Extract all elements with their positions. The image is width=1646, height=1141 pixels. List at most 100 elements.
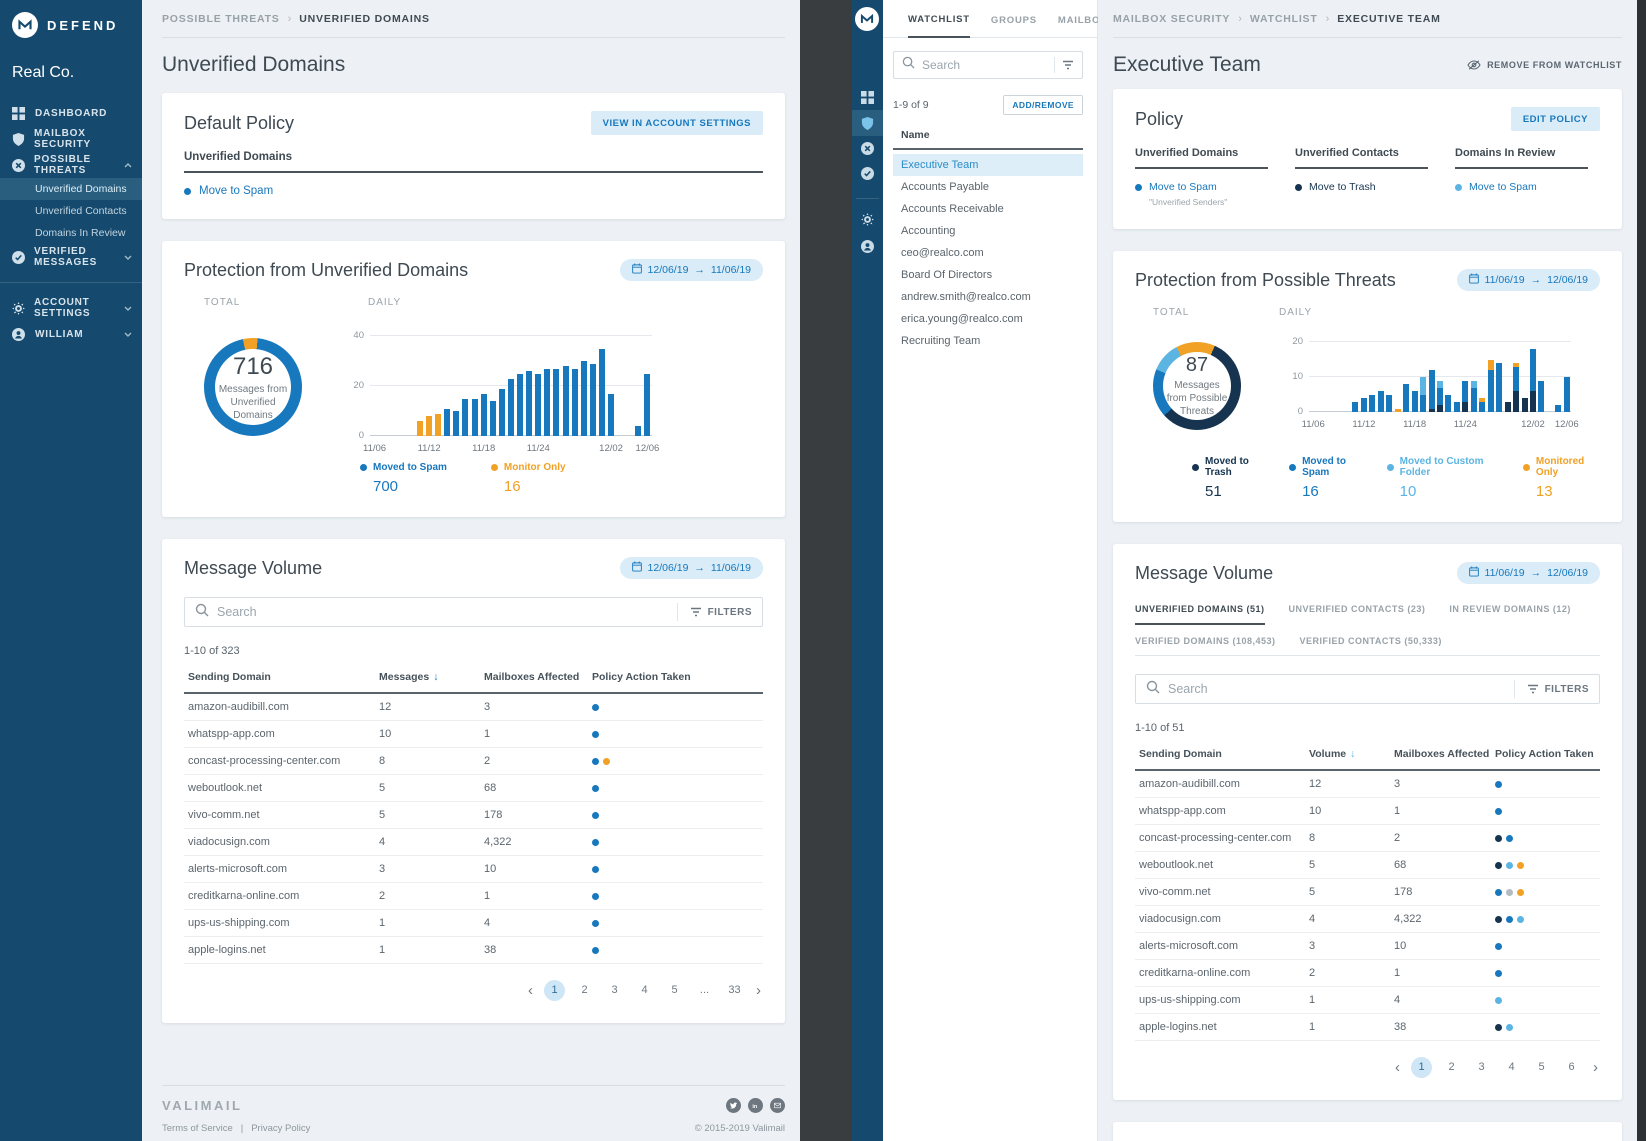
table-row[interactable]: whatspp-app.com101 [184,721,763,748]
prev-page-button[interactable]: ‹ [526,982,535,999]
breadcrumb-item[interactable]: WATCHLIST [1250,13,1318,25]
defend-logo-icon[interactable] [855,7,879,31]
table-row[interactable]: apple-logins.net138 [1135,1014,1600,1041]
table-row[interactable]: concast-processing-center.com82 [184,748,763,775]
page-button[interactable]: 1 [544,980,565,1001]
rail-x-circle-icon[interactable] [852,136,883,160]
column-header-sorted[interactable]: Volume↓ [1309,748,1394,760]
rail-gear-icon[interactable] [852,207,883,231]
column-header[interactable]: Mailboxes Affected [1394,748,1495,760]
table-row[interactable]: weboutlook.net568 [1135,852,1600,879]
sidebar-item-unverified-domains[interactable]: Unverified Domains [0,178,142,200]
column-header[interactable]: Sending Domain [1139,748,1309,760]
table-row[interactable]: viadocusign.com44,322 [1135,906,1600,933]
tab-unverified-contacts[interactable]: UNVERIFIED CONTACTS (23) [1289,604,1426,624]
rail-person-icon[interactable] [852,234,883,258]
page-button[interactable]: 2 [1441,1057,1462,1078]
column-header[interactable]: Mailboxes Affected [484,671,592,683]
page-button[interactable]: 1 [1411,1057,1432,1078]
date-range-badge[interactable]: 11/06/19 → 12/06/19 [1457,562,1600,584]
column-header[interactable]: Policy Action Taken [1495,748,1600,760]
search-input[interactable] [1168,682,1506,696]
page-button[interactable]: 2 [574,980,595,1001]
search-input[interactable] [217,605,669,619]
table-row[interactable]: weboutlook.net568 [184,775,763,802]
list-item[interactable]: Accounts Payable [893,176,1083,198]
view-in-account-settings-button[interactable]: VIEW IN ACCOUNT SETTINGS [591,111,763,135]
filter-icon[interactable] [1062,60,1074,70]
page-button[interactable]: 5 [1531,1057,1552,1078]
sidebar-item-mailbox-security[interactable]: MAILBOX SECURITY [0,126,142,152]
sidebar-item-unverified-contacts[interactable]: Unverified Contacts [0,200,142,222]
list-item[interactable]: Board Of Directors [893,264,1083,286]
privacy-link[interactable]: Privacy Policy [251,1123,310,1134]
brand[interactable]: DEFEND [0,0,142,38]
twitter-icon[interactable] [726,1098,741,1113]
table-row[interactable]: creditkarna-online.com21 [1135,960,1600,987]
column-header[interactable]: Sending Domain [188,671,379,683]
table-row[interactable]: apple-logins.net138 [184,937,763,964]
table-row[interactable]: whatspp-app.com101 [1135,798,1600,825]
sidebar-item-possible-threats[interactable]: POSSIBLE THREATS [0,152,142,178]
page-button[interactable]: 33 [724,980,745,1001]
list-item[interactable]: erica.young@realco.com [893,308,1083,330]
table-row[interactable]: ups-us-shipping.com14 [1135,987,1600,1014]
table-row[interactable]: creditkarna-online.com21 [184,883,763,910]
sidebar-item-domains-in-review[interactable]: Domains In Review [0,222,142,244]
remove-from-watchlist-button[interactable]: REMOVE FROM WATCHLIST [1467,60,1622,70]
list-item[interactable]: Executive Team [893,154,1083,176]
rail-dashboard-grid-icon[interactable] [852,85,883,109]
table-row[interactable]: alerts-microsoft.com310 [184,856,763,883]
eye-off-icon [1467,60,1481,70]
add-remove-button[interactable]: ADD/REMOVE [1003,95,1083,115]
table-row[interactable]: concast-processing-center.com82 [1135,825,1600,852]
rail-shield-icon-active[interactable] [852,110,883,136]
tab-watchlist[interactable]: WATCHLIST [908,14,970,38]
tab-verified-contacts[interactable]: VERIFIED CONTACTS (50,333) [1300,636,1442,655]
page-button[interactable]: 6 [1561,1057,1582,1078]
table-row[interactable]: alerts-microsoft.com310 [1135,933,1600,960]
list-item[interactable]: Accounting [893,220,1083,242]
tab-groups[interactable]: GROUPS [991,15,1037,37]
page-button[interactable]: 3 [1471,1057,1492,1078]
date-range-badge[interactable]: 11/06/19 → 12/06/19 [1457,269,1600,291]
watchlist-search-input[interactable] [922,58,1047,72]
date-range-badge[interactable]: 12/06/19 → 11/06/19 [620,557,763,579]
table-row[interactable]: viadocusign.com44,322 [184,829,763,856]
page-button[interactable]: 4 [634,980,655,1001]
breadcrumb-item[interactable]: POSSIBLE THREATS [162,13,280,25]
list-item[interactable]: Recruiting Team [893,330,1083,352]
sidebar-item-account-settings[interactable]: ACCOUNT SETTINGS [0,295,142,321]
next-page-button[interactable]: › [1591,1059,1600,1076]
list-item[interactable]: andrew.smith@realco.com [893,286,1083,308]
table-row[interactable]: vivo-comm.net5178 [1135,879,1600,906]
filters-button[interactable]: FILTERS [1514,680,1589,698]
table-row[interactable]: amazon-audibill.com123 [184,694,763,721]
page-button[interactable]: 4 [1501,1057,1522,1078]
tab-unverified-domains[interactable]: UNVERIFIED DOMAINS (51) [1135,604,1265,625]
page-button[interactable]: 5 [664,980,685,1001]
filters-button[interactable]: FILTERS [677,603,752,621]
list-item[interactable]: ceo@realco.com [893,242,1083,264]
date-range-badge[interactable]: 12/06/19 → 11/06/19 [620,259,763,281]
column-header[interactable]: Policy Action Taken [592,671,763,683]
edit-policy-button[interactable]: EDIT POLICY [1511,107,1600,131]
breadcrumb-item[interactable]: MAILBOX SECURITY [1113,13,1230,25]
linkedin-icon[interactable]: in [748,1098,763,1113]
prev-page-button[interactable]: ‹ [1393,1059,1402,1076]
next-page-button[interactable]: › [754,982,763,999]
table-row[interactable]: amazon-audibill.com123 [1135,771,1600,798]
list-item[interactable]: Accounts Receivable [893,198,1083,220]
email-icon[interactable] [770,1098,785,1113]
tab-verified-domains[interactable]: VERIFIED DOMAINS (108,453) [1135,636,1276,655]
sidebar-item-dashboard[interactable]: DASHBOARD [0,100,142,126]
sidebar-item-user[interactable]: WILLIAM [0,321,142,347]
table-row[interactable]: vivo-comm.net5178 [184,802,763,829]
rail-check-circle-icon[interactable] [852,161,883,185]
sidebar-item-verified-messages[interactable]: VERIFIED MESSAGES [0,244,142,270]
terms-link[interactable]: Terms of Service [162,1123,233,1134]
page-button[interactable]: 3 [604,980,625,1001]
table-row[interactable]: ups-us-shipping.com14 [184,910,763,937]
column-header-sorted[interactable]: Messages↓ [379,671,484,683]
tab-in-review-domains[interactable]: IN REVIEW DOMAINS (12) [1449,604,1571,624]
